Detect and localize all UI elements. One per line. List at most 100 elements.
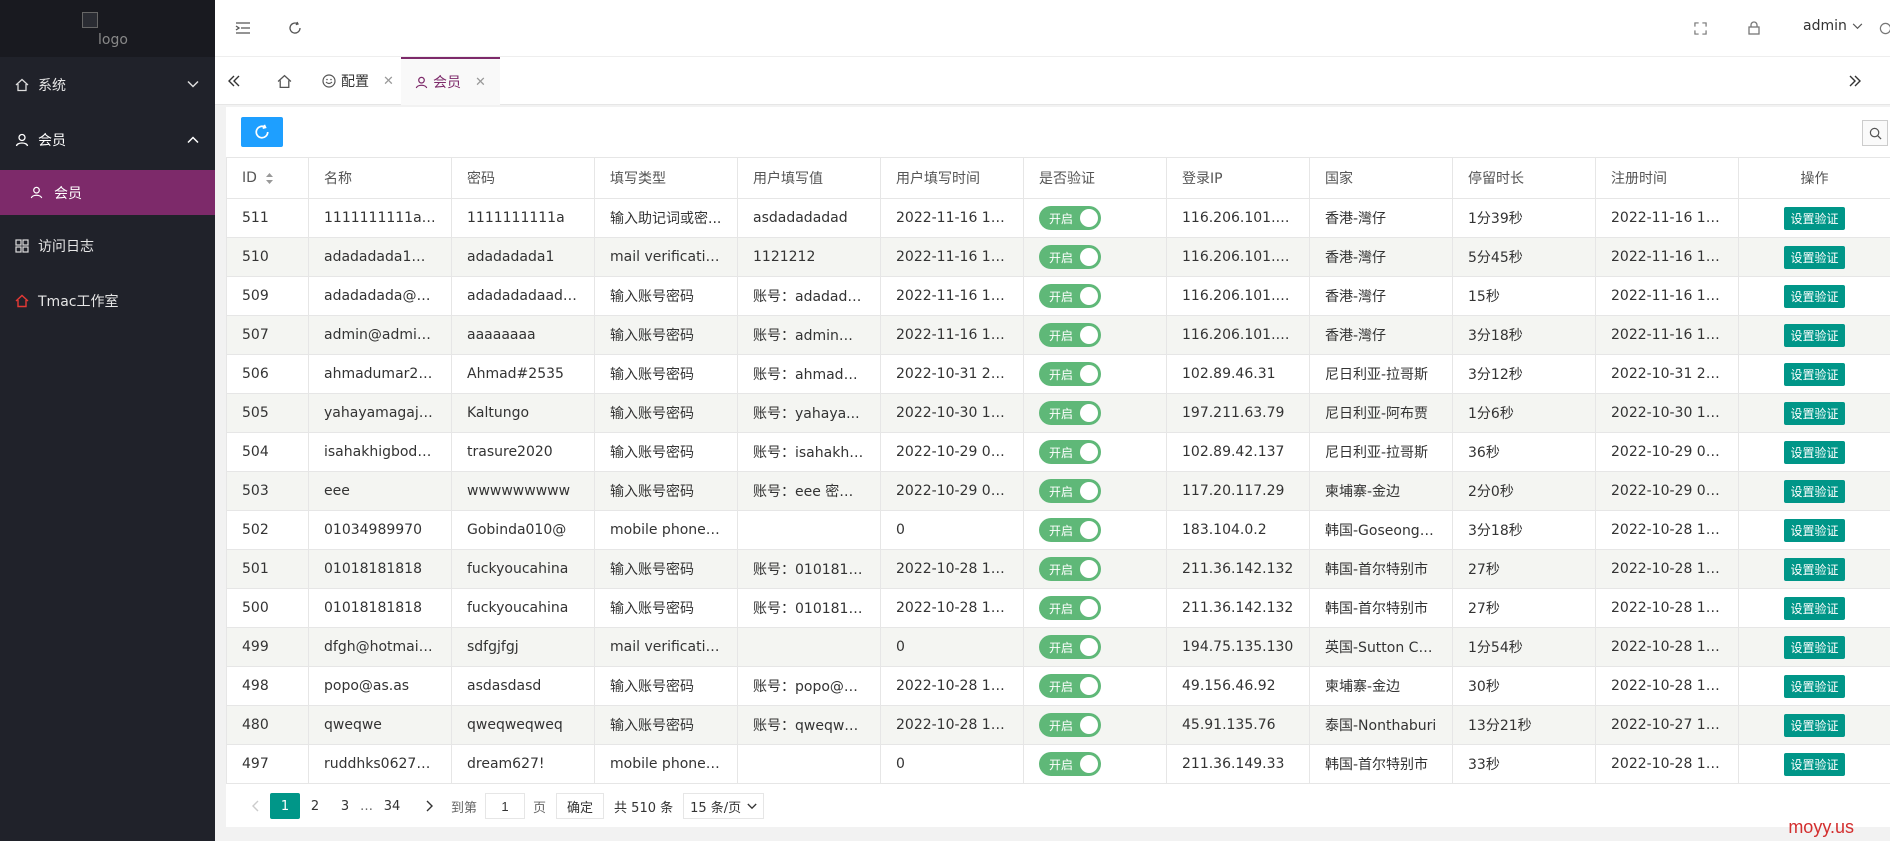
set-verify-button[interactable]: 设置验证 — [1784, 323, 1845, 347]
toggle-knob — [1080, 638, 1098, 656]
next-page-button[interactable] — [415, 793, 445, 819]
verify-toggle[interactable]: 开启 — [1039, 440, 1101, 464]
table-cell: 账号：popo@a... — [737, 666, 881, 706]
page-button[interactable]: 2 — [300, 793, 330, 819]
per-page-select[interactable]: 15 条/页 — [683, 793, 765, 819]
refresh-button[interactable] — [241, 117, 283, 147]
verify-toggle[interactable]: 开启 — [1039, 362, 1101, 386]
logo-alt-text: logo — [98, 32, 128, 48]
search-toggle-button[interactable] — [1862, 120, 1888, 146]
set-verify-button[interactable]: 设置验证 — [1784, 713, 1845, 737]
sidebar-item-access-log[interactable]: 访问日志 — [0, 218, 215, 273]
action-cell: 设置验证 — [1738, 237, 1890, 277]
set-verify-button[interactable]: 设置验证 — [1784, 752, 1845, 776]
page-button[interactable]: 1 — [270, 793, 300, 819]
tabs-scroll-left-icon[interactable] — [224, 71, 244, 91]
column-header: 用户填写值 — [737, 157, 881, 199]
table-cell: 501 — [226, 549, 309, 589]
table-cell: Gobinda010@ — [451, 510, 595, 550]
table-cell: 0 — [880, 627, 1024, 667]
set-verify-button[interactable]: 设置验证 — [1784, 401, 1845, 425]
verify-toggle[interactable]: 开启 — [1039, 206, 1101, 230]
column-header: 国家 — [1309, 157, 1453, 199]
table-cell: 2022-10-28 17:... — [1595, 666, 1739, 706]
table-cell: 2022-11-16 17:... — [1595, 198, 1739, 238]
table-cell: admin@admin.... — [308, 315, 452, 355]
table-cell: 2022-10-29 01:... — [880, 471, 1024, 511]
lock-icon[interactable] — [1744, 18, 1764, 38]
sidebar-item-member[interactable]: 会员 — [0, 112, 215, 167]
table-cell — [737, 627, 881, 667]
tabs-scroll-right-icon[interactable] — [1845, 71, 1865, 91]
set-verify-button[interactable]: 设置验证 — [1784, 479, 1845, 503]
user-menu[interactable]: admin — [1803, 18, 1863, 34]
sidebar-item-tmac[interactable]: Tmac工作室 — [0, 273, 215, 328]
sidebar-item-system[interactable]: 系统 — [0, 57, 215, 112]
table-cell: 尼日利亚-拉哥斯 — [1309, 354, 1453, 394]
sort-icon[interactable] — [265, 172, 274, 185]
theme-icon[interactable] — [1875, 18, 1890, 38]
table-cell: 韩国-首尔特别市 — [1309, 588, 1453, 628]
goto-page-input[interactable] — [485, 793, 526, 819]
set-verify-button[interactable]: 设置验证 — [1784, 557, 1845, 581]
set-verify-button[interactable]: 设置验证 — [1784, 245, 1845, 269]
close-icon[interactable]: ✕ — [475, 75, 486, 90]
fullscreen-icon[interactable] — [1690, 18, 1710, 38]
toggle-knob — [1080, 248, 1098, 266]
page-button[interactable]: 3 — [330, 793, 360, 819]
member-icon — [14, 132, 30, 148]
tab-home[interactable] — [260, 57, 308, 105]
table-cell: 503 — [226, 471, 309, 511]
table-row: 499 dfgh@hotmail.c... sdfgjfgj mail verific… — [226, 627, 1890, 667]
verify-toggle[interactable]: 开启 — [1039, 401, 1101, 425]
verify-switch-cell: 开启 — [1023, 237, 1167, 277]
verify-toggle[interactable]: 开启 — [1039, 596, 1101, 620]
verify-toggle[interactable]: 开启 — [1039, 284, 1101, 308]
tab-member[interactable]: 会员 ✕ — [401, 57, 500, 105]
set-verify-button[interactable]: 设置验证 — [1784, 206, 1845, 230]
verify-toggle[interactable]: 开启 — [1039, 518, 1101, 542]
table-cell: 49.156.46.92 — [1166, 666, 1310, 706]
set-verify-button[interactable]: 设置验证 — [1784, 596, 1845, 620]
table-cell: 账号：qweqwe ... — [737, 705, 881, 745]
toggle-label: 开启 — [1049, 211, 1074, 226]
set-verify-button[interactable]: 设置验证 — [1784, 674, 1845, 698]
verify-toggle[interactable]: 开启 — [1039, 674, 1101, 698]
toggle-label: 开启 — [1049, 640, 1074, 655]
table-toolbar — [226, 107, 1890, 157]
sidebar-subitem-member[interactable]: 会员 — [0, 170, 215, 215]
tab-config[interactable]: 配置 ✕ — [308, 57, 408, 105]
table-cell: 账号：admin@... — [737, 315, 881, 355]
page-button-last[interactable]: 34 — [377, 793, 407, 819]
table-cell: 账号：ahmadu... — [737, 354, 881, 394]
toggle-label: 开启 — [1049, 757, 1074, 772]
refresh-icon[interactable] — [285, 18, 305, 38]
column-header: 用户填写时间 — [880, 157, 1024, 199]
set-verify-button[interactable]: 设置验证 — [1784, 440, 1845, 464]
verify-toggle[interactable]: 开启 — [1039, 557, 1101, 581]
set-verify-button[interactable]: 设置验证 — [1784, 362, 1845, 386]
set-verify-button[interactable]: 设置验证 — [1784, 518, 1845, 542]
table-cell: aaaaaaaa — [451, 315, 595, 355]
set-verify-button[interactable]: 设置验证 — [1784, 284, 1845, 308]
table-cell: 15秒 — [1452, 276, 1596, 316]
close-icon[interactable]: ✕ — [383, 74, 394, 89]
verify-toggle[interactable]: 开启 — [1039, 245, 1101, 269]
verify-toggle[interactable]: 开启 — [1039, 635, 1101, 659]
goto-confirm-button[interactable]: 确定 — [556, 793, 605, 819]
verify-toggle[interactable]: 开启 — [1039, 323, 1101, 347]
verify-toggle[interactable]: 开启 — [1039, 479, 1101, 503]
verify-toggle[interactable]: 开启 — [1039, 713, 1101, 737]
menu-fold-icon[interactable] — [233, 18, 253, 38]
chevron-down-icon — [747, 803, 757, 810]
set-verify-button[interactable]: 设置验证 — [1784, 635, 1845, 659]
table-row: 500 01018181818 fuckyoucahina 输入账号密码 账号：0101… — [226, 588, 1890, 628]
table-cell: 账号：yahaya... — [737, 393, 881, 433]
prev-page-button[interactable] — [240, 793, 270, 819]
logo[interactable]: logo — [0, 0, 215, 57]
table-cell: 01018181818 — [308, 549, 452, 589]
table-cell: 1121212 — [737, 237, 881, 277]
table-cell: 211.36.142.132 — [1166, 588, 1310, 628]
verify-toggle[interactable]: 开启 — [1039, 752, 1101, 776]
column-header[interactable]: ID — [226, 157, 309, 199]
